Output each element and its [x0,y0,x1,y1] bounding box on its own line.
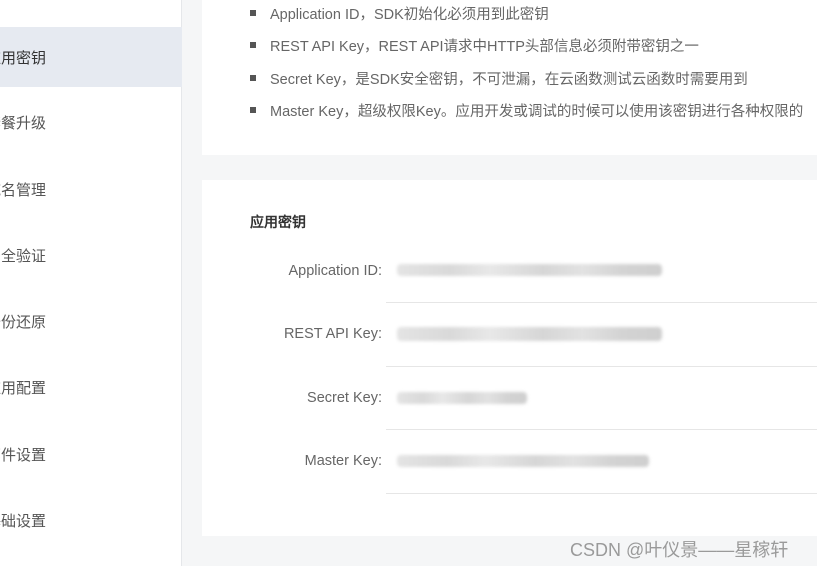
description-card: Application ID，SDK初始化必须用到此密钥 REST API Ke… [202,0,817,155]
sidebar-item-label: 套餐升级 [0,114,47,132]
sidebar-item-basic[interactable]: 基础设置 [0,491,182,549]
sidebar-item-label: 应用密钥 [0,49,47,67]
sidebar-item-label: 安全验证 [0,247,47,265]
bullet-icon [250,10,256,17]
list-item: Application ID，SDK初始化必须用到此密钥 [250,3,549,24]
sidebar-item-domain[interactable]: 域名管理 [0,160,182,218]
sidebar-item-label: 邮件设置 [0,446,47,464]
bullet-icon [250,107,256,114]
master-key-label: Master Key: [304,453,382,469]
sidebar-item-backup[interactable]: 备份还原 [0,292,182,350]
application-id-label: Application ID: [288,263,383,279]
secret-key-value[interactable] [397,392,527,404]
divider [386,366,817,367]
divider [386,302,817,303]
sidebar-item-label: 备份还原 [0,313,47,331]
sidebar-item-label: 基础设置 [0,512,47,530]
watermark: CSDN @叶仪景——星稼轩 [570,540,789,560]
sidebar-item-mail[interactable]: 邮件设置 [0,425,182,483]
list-item: Master Key，超级权限Key。应用开发或调试的时候可以使用该密钥进行各种… [250,100,803,121]
bullet-icon [250,42,256,49]
sidebar-item-security[interactable]: 安全验证 [0,226,182,284]
sidebar-item-app-keys[interactable]: 应用密钥 [0,27,182,87]
rest-api-key-value[interactable] [397,327,662,341]
list-item: Secret Key，是SDK安全密钥，不可泄漏，在云函数测试云函数时需要用到 [250,68,748,89]
sidebar: 应用密钥 套餐升级 域名管理 安全验证 备份还原 应用配置 邮件设置 基础设置 [0,0,182,566]
bullet-icon [250,75,256,82]
section-title: 应用密钥 [250,214,306,230]
divider [386,429,817,430]
sidebar-item-plan-upgrade[interactable]: 套餐升级 [0,93,182,151]
sidebar-item-app-config[interactable]: 应用配置 [0,358,182,416]
divider [386,493,817,494]
master-key-value[interactable] [397,455,649,467]
application-id-value[interactable] [397,264,662,276]
secret-key-label: Secret Key: [307,390,382,406]
sidebar-item-label: 应用配置 [0,379,47,397]
app-keys-card: 应用密钥 Application ID: REST API Key: Secre… [202,180,817,536]
rest-api-key-label: REST API Key: [283,326,382,342]
sidebar-item-label: 域名管理 [0,181,47,199]
list-item: REST API Key，REST API请求中HTTP头部信息必须附带密钥之一 [250,35,699,56]
